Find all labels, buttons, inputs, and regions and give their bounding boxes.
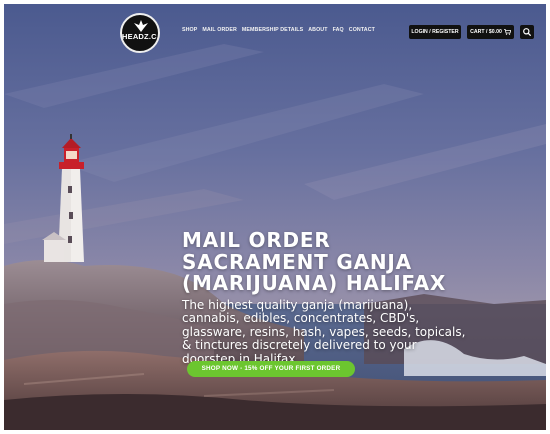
leaf-icon: [134, 20, 148, 32]
nav-item-mail-order[interactable]: MAIL ORDER: [202, 27, 236, 33]
nav-item-contact[interactable]: CONTACT: [349, 27, 375, 33]
page-frame: HEADZ.CA SHOP MAIL ORDER MEMBERSHIP DETA…: [4, 4, 546, 430]
cart-icon: [503, 29, 511, 35]
hero-title: MAIL ORDER SACRAMENT GANJA (MARIJUANA) H…: [182, 228, 447, 295]
cart-button[interactable]: CART / $0.00: [467, 25, 514, 39]
shop-now-button[interactable]: SHOP NOW - 15% OFF YOUR FIRST ORDER: [187, 361, 355, 377]
search-icon: [523, 28, 531, 36]
hero-subtitle: The highest quality ganja (marijuana), c…: [182, 297, 466, 366]
login-register-button[interactable]: LOGIN / REGISTER: [409, 25, 461, 39]
main-menu: SHOP MAIL ORDER MEMBERSHIP DETAILS ABOUT…: [182, 27, 375, 33]
nav-item-about[interactable]: ABOUT: [308, 27, 327, 33]
nav-item-shop[interactable]: SHOP: [182, 27, 197, 33]
logo-text: HEADZ.CA: [122, 32, 160, 41]
hero-section: MAIL ORDER SACRAMENT GANJA (MARIJUANA) H…: [182, 228, 482, 366]
search-button[interactable]: [520, 25, 534, 39]
nav-item-membership-details[interactable]: MEMBERSHIP DETAILS: [242, 27, 303, 33]
nav-item-faq[interactable]: FAQ: [333, 27, 344, 33]
site-logo[interactable]: HEADZ.CA: [120, 13, 160, 53]
top-navigation: HEADZ.CA SHOP MAIL ORDER MEMBERSHIP DETA…: [4, 4, 546, 60]
cart-label: CART / $0.00: [470, 29, 502, 35]
